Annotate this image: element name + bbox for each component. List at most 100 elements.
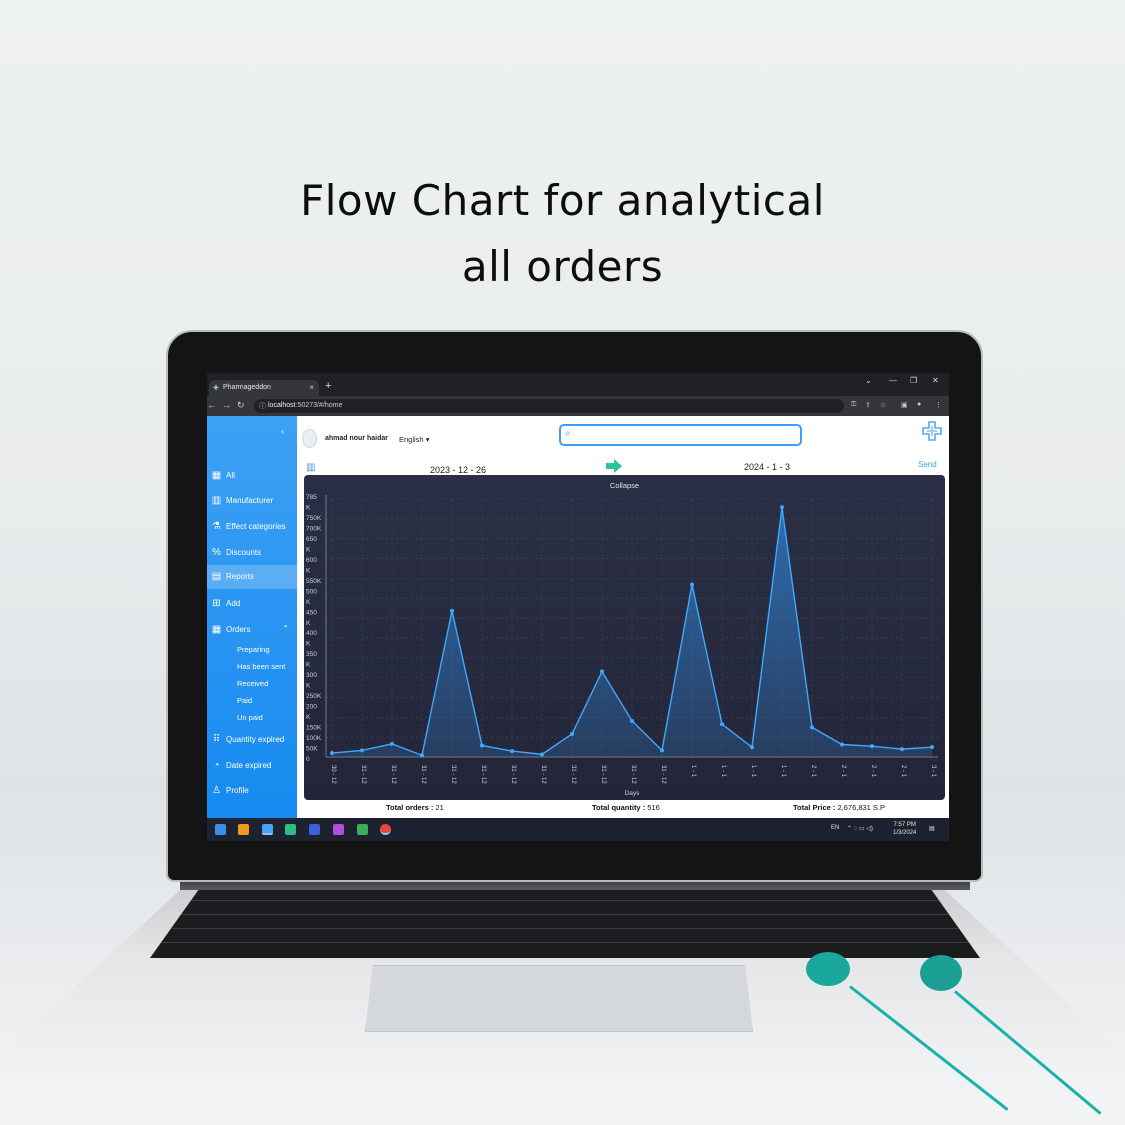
- info-icon[interactable]: ⓘ: [259, 401, 266, 411]
- stats-bar: Total orders : 21 Total quantity : 516 T…: [297, 803, 949, 815]
- y-tick-label: K: [306, 599, 311, 606]
- tab-search-icon[interactable]: ⌄: [865, 376, 872, 385]
- x-tick-label: 31 - 12: [630, 765, 636, 784]
- code-editor-icon[interactable]: [285, 824, 296, 835]
- sidebar-item-discounts[interactable]: % Discounts: [207, 541, 297, 565]
- sidebar-item-add[interactable]: ⊞ Add: [207, 592, 297, 616]
- close-window-icon[interactable]: ✕: [932, 376, 939, 385]
- send-button[interactable]: Send: [918, 460, 937, 469]
- orders-sub-paid[interactable]: Paid: [237, 696, 252, 711]
- orders-icon: ▦: [211, 624, 222, 635]
- sidebar-item-label: Add: [226, 599, 241, 608]
- data-point: [390, 741, 394, 746]
- percent-icon: %: [212, 547, 221, 558]
- y-tick-label: K: [306, 620, 311, 627]
- sidepanel-icon[interactable]: ▣: [901, 401, 909, 409]
- y-tick-label: 500: [306, 588, 317, 595]
- language-select[interactable]: English ▾: [399, 435, 429, 444]
- orders-sub-has-been-sent[interactable]: Has been sent: [237, 662, 285, 677]
- browser-tab[interactable]: ✚ Pharmageddon ×: [209, 380, 319, 396]
- app-window: ‹ ▦ All ▥ Manufacturer ⚗ Effect categori…: [207, 416, 949, 818]
- flask-icon: ⚗: [212, 521, 221, 532]
- sidebar-item-label: Reports: [226, 572, 255, 581]
- address-bar[interactable]: ⓘ localhost:50273/#/home: [254, 399, 844, 413]
- data-point: [870, 744, 874, 749]
- url-path: :50273/#/home: [295, 402, 343, 409]
- star-icon[interactable]: ☆: [880, 401, 888, 409]
- sidebar-item-label: All: [226, 471, 235, 480]
- clock[interactable]: 7:57 PM 1/3/2024: [893, 821, 916, 837]
- vlc-icon[interactable]: [238, 824, 249, 835]
- orders-sub-preparing[interactable]: Preparing: [237, 645, 270, 660]
- key-icon[interactable]: ⚿: [851, 401, 859, 409]
- total-orders-label: Total orders :: [386, 803, 434, 812]
- menu-icon[interactable]: ⋮: [935, 401, 943, 409]
- app-favicon-icon: ✚: [213, 385, 219, 392]
- tray-icons[interactable]: ⌃ ◌ ▭ ◁): [847, 825, 873, 832]
- avatar[interactable]: [302, 429, 317, 448]
- orders-sub-unpaid[interactable]: Un paid: [237, 713, 263, 728]
- phpstorm-icon[interactable]: [333, 824, 344, 835]
- sidebar-item-profile[interactable]: ♙ Profile: [207, 779, 297, 803]
- x-tick-label: 31 - 12: [480, 765, 486, 784]
- sidebar-item-date-expired[interactable]: ◔ Date expired: [207, 754, 297, 778]
- windows-start-icon[interactable]: [215, 824, 226, 835]
- sidebar-item-label: Manufacturer: [226, 496, 274, 505]
- data-point: [720, 722, 724, 727]
- chevron-up-icon[interactable]: ⌃: [282, 624, 289, 633]
- close-tab-icon[interactable]: ×: [309, 383, 314, 392]
- headline: Flow Chart for analytical all orders: [0, 168, 1125, 300]
- chart-icon[interactable]: ▥: [306, 462, 315, 473]
- x-tick-label: 31 - 12: [450, 765, 456, 784]
- share-icon[interactable]: ⇪: [865, 401, 873, 409]
- collapse-sidebar-icon[interactable]: ‹: [281, 426, 284, 436]
- search-input[interactable]: ⌕: [559, 424, 802, 446]
- y-tick-label: 400: [306, 630, 317, 637]
- y-tick-label: 700K: [306, 525, 322, 532]
- forward-icon[interactable]: →: [222, 400, 231, 410]
- x-tick-label: 1 - 1: [780, 765, 786, 778]
- sidebar-item-manufacturer[interactable]: ▥ Manufacturer: [207, 489, 297, 513]
- laptop-screen: ✚ Pharmageddon × + ⌄ — ❐ ✕ ← → ↻ ⓘ local…: [207, 373, 949, 841]
- x-tick-label: 31 - 12: [420, 765, 426, 784]
- add-icon: ⊞: [212, 598, 221, 609]
- person-icon: ♙: [212, 785, 221, 796]
- headline-line-1: Flow Chart for analytical: [300, 176, 825, 225]
- data-point: [660, 748, 664, 753]
- input-language[interactable]: EN: [831, 825, 839, 831]
- browser-tab-title: Pharmageddon: [223, 384, 271, 391]
- minimize-icon[interactable]: —: [889, 376, 897, 385]
- chrome-icon[interactable]: [380, 824, 391, 835]
- laptop-keyboard: [150, 888, 980, 958]
- total-price-label: Total Price :: [793, 803, 836, 812]
- sidebar-item-all[interactable]: ▦ All: [207, 464, 297, 488]
- x-tick-label: 30 - 12: [330, 765, 336, 784]
- date-from[interactable]: 2023 - 12 - 26: [430, 465, 486, 475]
- earbud-left: [806, 952, 850, 986]
- android-studio-icon[interactable]: [357, 824, 368, 835]
- date-to[interactable]: 2024 - 1 - 3: [744, 462, 790, 472]
- back-icon[interactable]: ←: [207, 400, 216, 410]
- data-point: [780, 505, 784, 510]
- x-tick-label: 2 - 1: [900, 765, 906, 778]
- building-icon: ▥: [211, 495, 222, 506]
- headline-line-2: all orders: [461, 242, 664, 291]
- sidebar-item-quantity-expired[interactable]: ⠿ Quantity expired: [207, 728, 297, 752]
- orders-sub-received[interactable]: Received: [237, 679, 268, 694]
- profile-icon[interactable]: ●: [917, 401, 925, 409]
- clock-time: 7:57 PM: [893, 822, 916, 828]
- notifications-icon[interactable]: ▤: [929, 825, 935, 832]
- ide-icon[interactable]: [309, 824, 320, 835]
- sidebar-item-orders[interactable]: ▦ Orders ⌃: [207, 618, 297, 642]
- app-a-icon[interactable]: [262, 824, 273, 835]
- y-tick-label: 200: [306, 704, 317, 711]
- language-value: English: [399, 435, 424, 444]
- orders-area-chart: 785 K 750K 700K 650 K 600 K 550K 500 K 450 K 400 K 350 K…: [306, 494, 938, 797]
- new-tab-button[interactable]: +: [325, 380, 331, 392]
- reload-icon[interactable]: ↻: [237, 400, 245, 411]
- restore-icon[interactable]: ❐: [910, 376, 917, 385]
- x-tick-label: 1 - 1: [720, 765, 726, 778]
- chart-title[interactable]: Collapse: [304, 481, 945, 490]
- sidebar-item-effect-categories[interactable]: ⚗ Effect categories: [207, 515, 297, 539]
- sidebar-item-reports[interactable]: ▤ Reports: [207, 565, 297, 589]
